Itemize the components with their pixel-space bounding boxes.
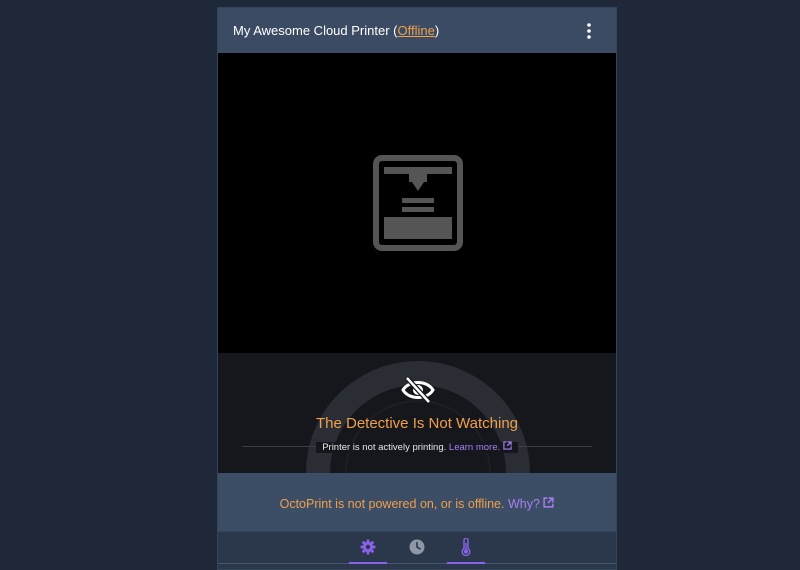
detective-subtitle: Printer is not actively printing. Learn … <box>218 441 616 453</box>
offline-message: OctoPrint is not powered on, or is offli… <box>279 497 505 511</box>
vertical-ellipsis-icon <box>587 23 591 39</box>
external-link-icon <box>503 441 512 450</box>
why-label: Why? <box>507 497 540 511</box>
printer-title: My Awesome Cloud Printer (Offline) <box>233 23 439 38</box>
status-link[interactable]: Offline <box>398 23 435 38</box>
webcam-view <box>218 53 616 353</box>
why-link[interactable]: Why? <box>507 497 555 511</box>
learn-more-label: Learn more. <box>448 442 501 453</box>
3d-printer-icon <box>373 155 463 251</box>
detective-message: Printer is not actively printing. <box>322 442 447 453</box>
tab-temperature[interactable] <box>447 532 485 564</box>
printer-name: My Awesome Cloud Printer <box>233 23 390 38</box>
detective-panel: The Detective Is Not Watching Printer is… <box>218 353 616 473</box>
card-header: My Awesome Cloud Printer (Offline) <box>218 8 616 53</box>
offline-message-line: OctoPrint is not powered on, or is offli… <box>218 497 616 511</box>
tabs-baseline <box>218 563 616 564</box>
status-paren-close: ) <box>434 23 440 38</box>
printer-card: My Awesome Cloud Printer (Offline) The D… <box>217 7 617 570</box>
offline-notice: OctoPrint is not powered on, or is offli… <box>218 473 616 531</box>
detective-title: The Detective Is Not Watching <box>315 415 519 432</box>
thermometer-icon <box>461 538 471 556</box>
tab-history[interactable] <box>398 532 436 562</box>
gear-icon <box>360 539 376 555</box>
bottom-tabs <box>218 531 616 569</box>
external-link-icon <box>543 497 555 508</box>
gauge-graphic <box>306 361 530 473</box>
eye-slash-icon <box>401 376 435 404</box>
tab-controls[interactable] <box>349 532 387 564</box>
clock-icon <box>409 539 425 555</box>
learn-more-link[interactable]: Learn more. <box>448 441 512 453</box>
more-options-button[interactable] <box>580 20 598 42</box>
